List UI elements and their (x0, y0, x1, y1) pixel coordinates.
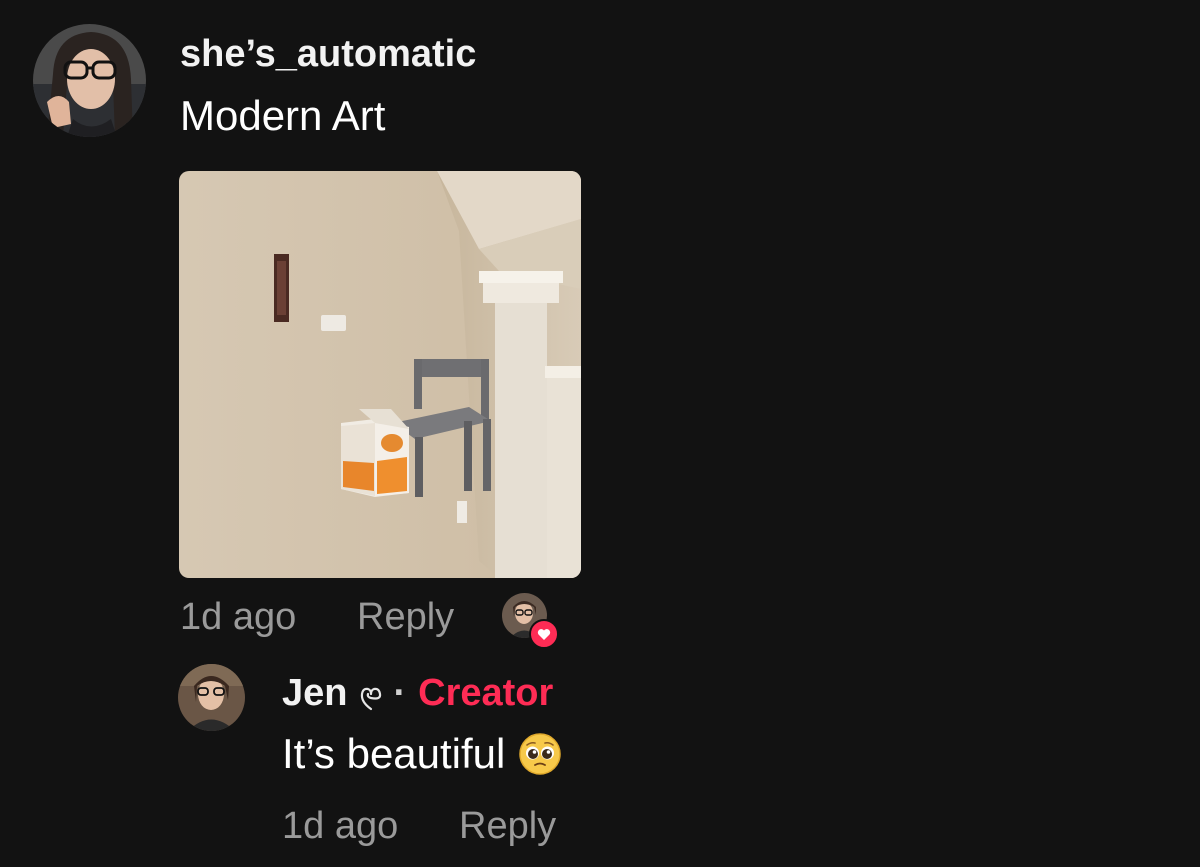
creator-badge: Creator (418, 672, 554, 714)
comment-photo[interactable] (179, 171, 581, 578)
pleading-face-emoji (519, 733, 562, 775)
comment-reply-button[interactable]: Reply (357, 596, 454, 639)
reply-timestamp: 1d ago (282, 805, 399, 847)
separator-dot: · (393, 672, 407, 714)
comment-timestamp: 1d ago (180, 596, 297, 638)
heart-icon (529, 619, 559, 649)
reply-text-row: It’s beautiful 🥹 (282, 730, 562, 778)
reply-text: It’s beautiful (282, 730, 506, 777)
reply-username[interactable]: Jen (282, 672, 347, 715)
heart-outline-icon (359, 679, 383, 710)
reply-avatar[interactable] (178, 664, 245, 731)
commenter-username[interactable]: she’s_automatic (180, 33, 476, 76)
commenter-avatar[interactable] (33, 24, 146, 137)
comment-text: Modern Art (180, 92, 386, 139)
reply-username-row: Jen · Creator (282, 672, 553, 715)
reply-reply-button[interactable]: Reply (459, 805, 556, 848)
